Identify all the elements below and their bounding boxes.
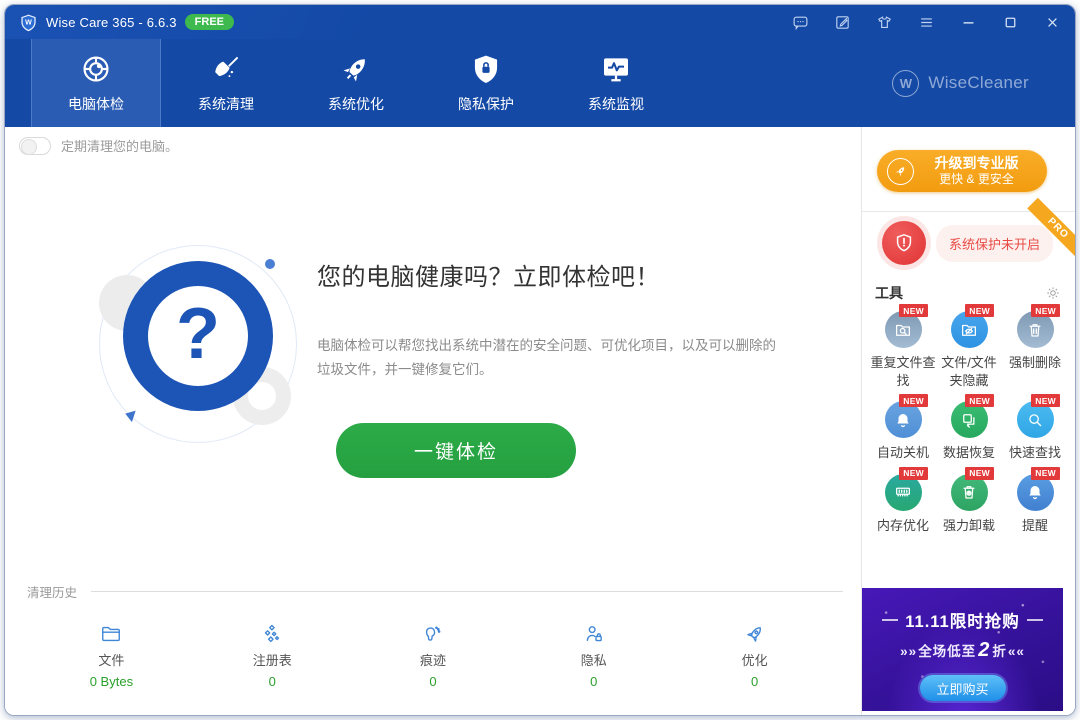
history-title: 清理历史 — [27, 582, 77, 601]
titlebar: W Wise Care 365 - 6.6.3 FREE — [5, 5, 1075, 39]
tool-memory-optimizer[interactable]: NEW 内存优化 — [870, 470, 936, 535]
stat-files: 文件 0 Bytes — [31, 623, 192, 689]
tool-force-delete[interactable]: NEW 强制删除 — [1002, 307, 1068, 389]
checkup-target-icon — [80, 53, 112, 85]
banner-discount-number: 2 — [977, 639, 991, 662]
decor-dot — [265, 259, 275, 269]
buy-now-button[interactable]: 立即购买 — [920, 675, 1006, 701]
close-button[interactable] — [1043, 13, 1061, 31]
rocket-icon — [340, 53, 372, 85]
tab-privacy-protector[interactable]: 隐私保护 — [421, 39, 551, 127]
question-mark: ? — [176, 298, 220, 370]
brand-w-icon: W — [892, 70, 919, 97]
checkup-heading: 您的电脑健康吗？立即体检吧！ — [317, 257, 787, 292]
tool-reminder[interactable]: NEW 提醒 — [1002, 470, 1068, 535]
tab-label: 系统优化 — [328, 94, 384, 114]
maximize-button[interactable] — [1001, 13, 1019, 31]
feedback-icon[interactable] — [791, 13, 809, 31]
tool-data-recovery[interactable]: NEW 数据恢复 — [936, 397, 1002, 462]
banner-subline-post: 折 — [992, 640, 1007, 660]
checkup-panel: 定期清理您的电脑。 ? 您的电脑健康吗？立即体检吧！ 电脑体检可以帮您找出系统中… — [5, 127, 861, 715]
tools-settings-gear-icon[interactable] — [1045, 285, 1061, 301]
stat-privacy: 隐私 0 — [513, 623, 674, 689]
history-divider — [91, 591, 843, 592]
schedule-clean-toggle[interactable] — [19, 137, 51, 155]
stat-registry: 注册表 0 — [192, 623, 353, 689]
upgrade-to-pro-button[interactable]: 升级到专业版 更快 & 更安全 — [877, 150, 1047, 192]
tab-label: 系统监视 — [588, 94, 644, 114]
stat-tuneup: 优化 0 — [674, 623, 835, 689]
folder-icon — [100, 623, 122, 645]
app-window: W Wise Care 365 - 6.6.3 FREE — [4, 4, 1076, 716]
shield-lock-icon — [470, 53, 502, 85]
free-version-badge: FREE — [185, 14, 234, 30]
tool-quick-search[interactable]: NEW 快速查找 — [1002, 397, 1068, 462]
tab-label: 系统清理 — [198, 94, 254, 114]
main-nav: 电脑体检 系统清理 系统优化 — [5, 39, 1075, 127]
banner-headline: 11.11限时抢购 — [905, 608, 1019, 632]
clean-history: 清理历史 文件 0 Bytes — [5, 582, 861, 689]
tool-auto-shutdown[interactable]: NEW 自动关机 — [870, 397, 936, 462]
brand-logo: W WiseCleaner — [892, 39, 1029, 127]
registry-icon — [261, 623, 283, 645]
tools-title: 工具 — [875, 283, 903, 303]
new-badge: NEW — [899, 467, 928, 480]
banner-arrows-right: «« — [1008, 644, 1025, 659]
one-click-checkup-button[interactable]: 一键体检 — [336, 423, 576, 478]
tool-force-uninstall[interactable]: NEW 强力卸载 — [936, 470, 1002, 535]
broom-icon — [210, 53, 242, 85]
tab-pc-checkup[interactable]: 电脑体检 — [31, 39, 161, 127]
minimize-button[interactable] — [959, 13, 977, 31]
tab-system-monitor[interactable]: 系统监视 — [551, 39, 681, 127]
svg-text:W: W — [25, 18, 32, 26]
brand-name: WiseCleaner — [928, 73, 1029, 93]
new-badge: NEW — [965, 304, 994, 317]
monitor-pulse-icon — [600, 53, 632, 85]
schedule-clean-label: 定期清理您的电脑。 — [61, 136, 178, 155]
tab-system-cleaner[interactable]: 系统清理 — [161, 39, 291, 127]
tab-label: 隐私保护 — [458, 94, 514, 114]
question-circle: ? — [123, 261, 273, 411]
new-badge: NEW — [899, 304, 928, 317]
upgrade-line1: 升级到专业版 — [922, 155, 1031, 173]
checkup-description: 电脑体检可以帮您找出系统中潜在的安全问题、可优化项目，以及可以删除的垃圾文件，并… — [317, 334, 779, 381]
protection-status[interactable]: 系统保护未开启 — [936, 225, 1053, 262]
upgrade-rocket-icon — [887, 158, 914, 185]
person-lock-icon — [583, 623, 605, 645]
rocket-outline-icon — [744, 623, 766, 645]
banner-dash — [882, 619, 898, 621]
sidebar: 升级到专业版 更快 & 更安全 PRO 系统保护未开启 工具 — [861, 127, 1075, 715]
stat-traces: 痕迹 0 — [353, 623, 514, 689]
window-title: Wise Care 365 - 6.6.3 — [46, 15, 177, 30]
new-badge: NEW — [965, 394, 994, 407]
banner-subline-pre: 全场低至 — [918, 640, 976, 660]
tool-file-hider[interactable]: NEW 文件/文件夹隐藏 — [936, 307, 1002, 389]
banner-arrows-left: »» — [900, 644, 917, 659]
app-logo-shield-icon: W — [19, 13, 38, 32]
menu-icon[interactable] — [917, 13, 935, 31]
theme-skin-icon[interactable] — [875, 13, 893, 31]
new-badge: NEW — [1031, 304, 1060, 317]
footprint-icon — [422, 623, 444, 645]
new-badge: NEW — [1031, 467, 1060, 480]
tool-duplicate-finder[interactable]: NEW 重复文件查找 — [870, 307, 936, 389]
banner-dash — [1027, 619, 1043, 621]
upgrade-line2: 更快 & 更安全 — [922, 172, 1031, 187]
edit-notes-icon[interactable] — [833, 13, 851, 31]
tab-label: 电脑体检 — [68, 94, 124, 114]
new-badge: NEW — [899, 394, 928, 407]
protection-alert-icon[interactable] — [882, 221, 926, 265]
promo-banner[interactable]: 11.11限时抢购 »» 全场低至 2 折 «« 立即购买 — [862, 588, 1063, 711]
health-question-illustration: ? — [103, 249, 293, 439]
new-badge: NEW — [965, 467, 994, 480]
tab-system-tuneup[interactable]: 系统优化 — [291, 39, 421, 127]
new-badge: NEW — [1031, 394, 1060, 407]
